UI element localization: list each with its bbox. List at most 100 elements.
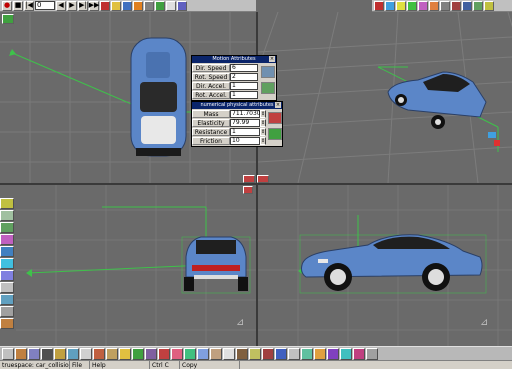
friction-spinner[interactable]: ⇕ bbox=[260, 136, 266, 145]
loop-button[interactable] bbox=[100, 0, 110, 11]
frame-back-button[interactable]: ◀ bbox=[56, 0, 66, 11]
globe-icon[interactable] bbox=[275, 347, 287, 360]
path-button[interactable] bbox=[122, 0, 132, 11]
material-library-icon[interactable] bbox=[15, 347, 27, 360]
file-menu[interactable]: File bbox=[70, 360, 90, 369]
deform-icon[interactable] bbox=[0, 258, 14, 269]
face-icon[interactable] bbox=[262, 347, 274, 360]
move-icon[interactable] bbox=[0, 210, 14, 221]
render-button[interactable] bbox=[133, 0, 143, 11]
camera-button[interactable] bbox=[177, 0, 187, 11]
resistance-spinner[interactable]: ⇕ bbox=[260, 127, 266, 136]
sweep-icon[interactable] bbox=[0, 306, 14, 317]
pan-view-icon[interactable] bbox=[484, 0, 494, 11]
primitives-icon[interactable] bbox=[0, 246, 14, 257]
car-perspective-view[interactable] bbox=[387, 71, 487, 129]
link-icon[interactable] bbox=[327, 347, 339, 360]
gravity-icon[interactable] bbox=[268, 112, 282, 124]
zoom-icon[interactable] bbox=[462, 0, 472, 11]
stop-button[interactable]: ■ bbox=[13, 0, 23, 11]
play-button[interactable]: ▶ bbox=[67, 0, 77, 11]
rot-speed-field[interactable]: 2 bbox=[230, 72, 258, 81]
view-perspective-icon[interactable] bbox=[374, 0, 384, 11]
elasticity-spinner[interactable]: ⇕ bbox=[260, 118, 266, 127]
view-side-icon[interactable] bbox=[407, 0, 417, 11]
tools-icon[interactable] bbox=[0, 318, 14, 329]
record-button[interactable]: ● bbox=[2, 0, 12, 11]
texture-icon[interactable] bbox=[210, 347, 222, 360]
camera-tool-icon[interactable] bbox=[41, 347, 53, 360]
view-front-icon[interactable] bbox=[396, 0, 406, 11]
friction-field[interactable]: 10 bbox=[230, 136, 260, 145]
sky-icon[interactable] bbox=[197, 347, 209, 360]
hierarchy-icon[interactable] bbox=[340, 347, 352, 360]
viewport-divider-horizontal[interactable] bbox=[0, 183, 512, 185]
dir-speed-field[interactable]: 6 bbox=[230, 63, 258, 72]
dir-accel-field[interactable]: 1 bbox=[230, 81, 258, 90]
view-switch-right-icon[interactable] bbox=[257, 175, 269, 183]
mass-field[interactable]: 711.70303 bbox=[230, 109, 264, 118]
settings-icon[interactable] bbox=[366, 347, 378, 360]
physics-preset-icon[interactable] bbox=[268, 128, 282, 140]
view-top-icon[interactable] bbox=[385, 0, 395, 11]
rot-accel-field[interactable]: 1 bbox=[230, 90, 258, 99]
motion-preview-icon[interactable] bbox=[261, 66, 275, 78]
view-camera-icon[interactable] bbox=[418, 0, 428, 11]
next-frame-button[interactable]: ▶| bbox=[78, 0, 88, 11]
scene-icon[interactable] bbox=[158, 347, 170, 360]
physics-icon[interactable] bbox=[132, 347, 144, 360]
first-frame-button[interactable]: |◀ bbox=[24, 0, 34, 11]
car-side-view[interactable] bbox=[301, 234, 483, 291]
effects-icon[interactable] bbox=[353, 347, 365, 360]
frame-number-field[interactable]: 0 bbox=[35, 1, 55, 10]
collision-icon[interactable] bbox=[184, 347, 196, 360]
library-icon[interactable] bbox=[223, 347, 235, 360]
figure-icon[interactable] bbox=[236, 347, 248, 360]
car-top-view[interactable] bbox=[130, 37, 187, 157]
mass-spinner[interactable]: ⇕ bbox=[260, 109, 266, 118]
lathe-icon[interactable] bbox=[0, 294, 14, 305]
viewport-perspective[interactable] bbox=[258, 12, 512, 183]
brush-icon[interactable] bbox=[171, 347, 183, 360]
text-tool-icon[interactable] bbox=[80, 347, 92, 360]
sphere-icon[interactable] bbox=[67, 347, 79, 360]
plant-icon[interactable] bbox=[249, 347, 261, 360]
rotate-icon[interactable] bbox=[0, 222, 14, 233]
object-info-button[interactable] bbox=[144, 0, 154, 11]
view-switch-bottom-icon[interactable] bbox=[243, 186, 253, 194]
status-file-name: truespace: car_collision bbox=[2, 360, 70, 369]
path-tool-icon[interactable] bbox=[106, 347, 118, 360]
resistance-field[interactable]: 1 bbox=[230, 127, 260, 136]
last-frame-button[interactable]: ▶▶ bbox=[89, 0, 99, 11]
help-menu[interactable]: Help bbox=[90, 360, 150, 369]
svg-text:⊿: ⊿ bbox=[236, 317, 244, 328]
keyframe-tool-icon[interactable] bbox=[119, 347, 131, 360]
boolean-icon[interactable] bbox=[0, 270, 14, 281]
glue-icon[interactable] bbox=[0, 282, 14, 293]
render-view-icon[interactable] bbox=[440, 0, 450, 11]
viewport-side[interactable]: ⊿ bbox=[258, 185, 512, 346]
rotate-view-icon[interactable] bbox=[473, 0, 483, 11]
motion-path-icon[interactable] bbox=[261, 82, 275, 94]
close-icon[interactable]: × bbox=[269, 56, 275, 62]
object-tool-icon[interactable] bbox=[2, 347, 14, 360]
snap-icon[interactable] bbox=[314, 347, 326, 360]
view-switch-left-icon[interactable] bbox=[243, 175, 255, 183]
view-light-icon[interactable] bbox=[429, 0, 439, 11]
keyframe-button[interactable] bbox=[111, 0, 121, 11]
light-button[interactable] bbox=[166, 0, 176, 11]
material-button[interactable] bbox=[155, 0, 165, 11]
light-tool-icon[interactable] bbox=[54, 347, 66, 360]
undo-icon[interactable] bbox=[288, 347, 300, 360]
scale-icon[interactable] bbox=[0, 234, 14, 245]
save-icon[interactable] bbox=[0, 198, 14, 209]
car-front-view[interactable] bbox=[184, 236, 248, 291]
viewport-front[interactable]: ⊿ bbox=[16, 185, 256, 346]
grid-tool-icon[interactable] bbox=[301, 347, 313, 360]
paint-icon[interactable] bbox=[28, 347, 40, 360]
close-icon[interactable]: × bbox=[275, 102, 281, 108]
elasticity-field[interactable]: 79.99 bbox=[230, 118, 260, 127]
render-tool-icon[interactable] bbox=[145, 347, 157, 360]
render-scene-icon[interactable] bbox=[451, 0, 461, 11]
animation-icon[interactable] bbox=[93, 347, 105, 360]
